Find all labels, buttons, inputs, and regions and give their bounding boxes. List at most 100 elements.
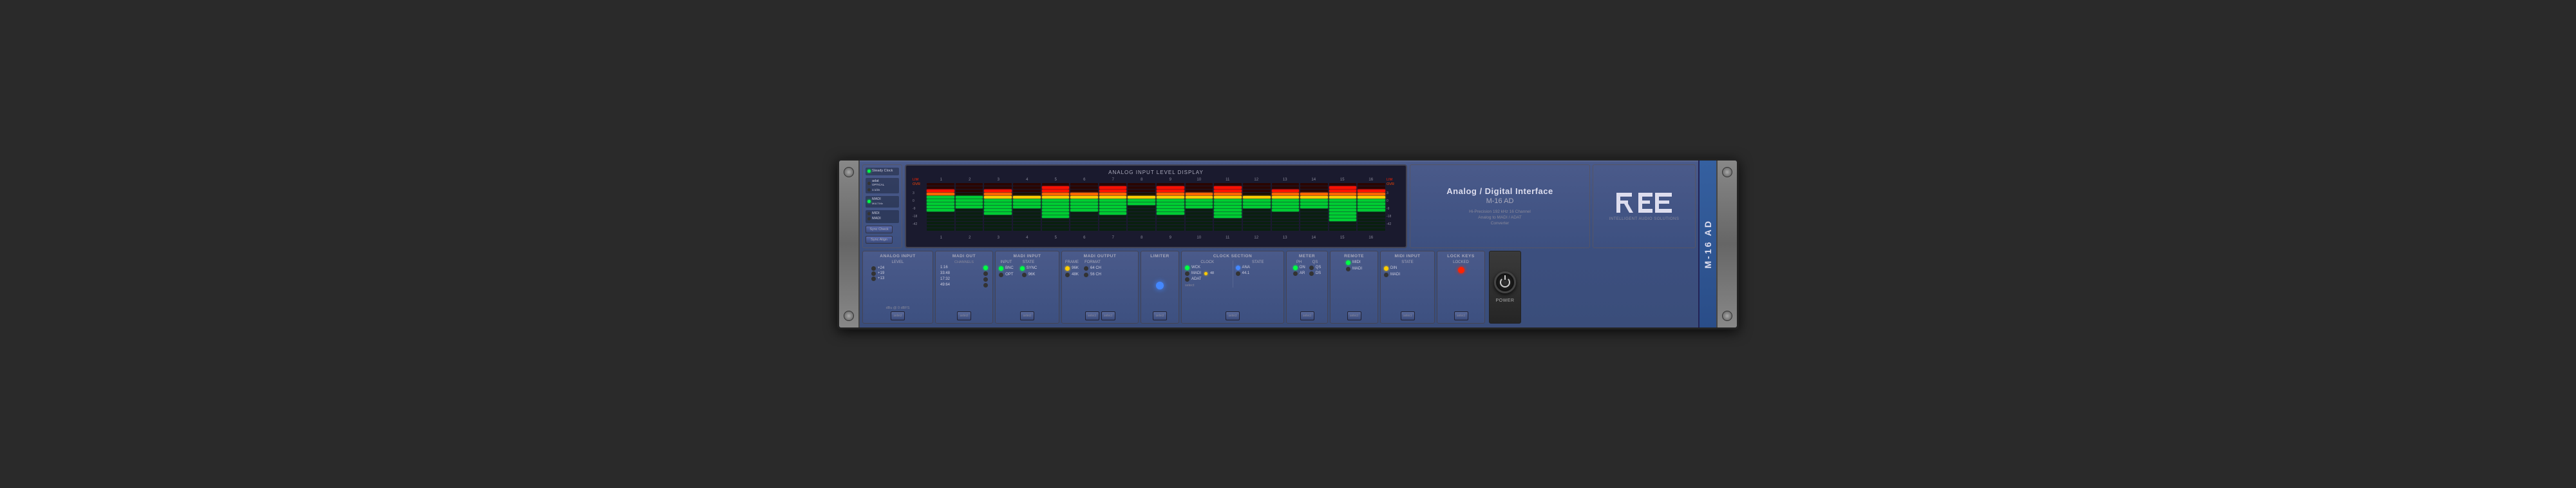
lock-keys-select-button[interactable]: select [1454,311,1468,320]
controls-section: ANALOG INPUT LEVEL +24 +19 +13 [862,251,1696,324]
madi-output-56ch-label: 56 CH [1090,273,1101,277]
sync-check-button[interactable]: Sync Check [866,226,893,233]
clock-44-led [1236,271,1240,276]
remote-midi-label: MIDI [1352,260,1361,264]
analog-input-title: ANALOG INPUT [880,254,915,259]
madi-led [867,200,871,203]
vu-ch16 [1358,183,1385,235]
remote-select-button[interactable]: select [1347,311,1361,320]
meter-qs-row: QS [1309,266,1321,270]
vu-ch13 [1272,183,1300,235]
madi-input-opt-row: OPT [999,273,1013,277]
madi-input-opt-led [999,273,1003,277]
remote-select-label: select [1350,314,1358,318]
madi-output-select-format-button[interactable]: select [1101,311,1115,320]
clock-madi-label: MADI [1191,271,1201,275]
left-status-panel: Steady Clock adatOPTICAL 1:1/2x [862,164,902,248]
limiter-title: LIMITER [1150,254,1170,259]
madi-out-led-49-64 [983,283,988,288]
limiter-led [1156,282,1164,289]
madi-input-sync-led [1020,266,1025,271]
level-19-led [871,271,876,276]
madi-out-title: MADI OUT [952,254,976,259]
power-icon [1500,277,1510,288]
steady-clock-led [867,170,871,173]
power-button[interactable] [1494,271,1516,293]
vu-ch11 [1214,183,1242,235]
madi-out-label-1-16: 1:16 [940,266,948,269]
madi-output-frame-label: FRAME [1065,260,1079,264]
lock-keys-select-label: select [1457,314,1465,318]
adat-led [867,182,871,185]
madi-input-96k-led [1022,273,1027,277]
clock-48-led [1204,272,1208,275]
madi-out-row-49-64: 49:64 [938,283,990,288]
ratio-label: 1:1/2x [872,188,880,191]
db-neg3: 3 [913,191,925,195]
midi-input-madi-row: MADI [1384,273,1431,277]
rme-tagline: INTELLIGENT AUDIO SOLUTIONS [1609,217,1680,221]
rack-ear-right [1716,161,1737,327]
madi-out-select-button[interactable]: select [957,311,971,320]
sync-align-label: Sync Align [871,238,887,242]
madi-out-select-label: select [960,314,968,318]
madi-output-select-frame-button[interactable]: select [1085,311,1099,320]
remote-madi-row: MADI [1346,267,1362,271]
madi2-row: MADI [867,217,897,221]
limiter-select-button[interactable]: select [1153,311,1167,320]
madi-output-48k-row: 48K [1065,273,1079,277]
device-name: Analog / Digital Interface [1446,186,1553,196]
dbfs-label: dBu @ 0 dBFS [886,306,910,310]
main-content: Steady Clock adatOPTICAL 1:1/2x [860,161,1698,327]
rme-panel: INTELLIGENT AUDIO SOLUTIONS [1593,164,1696,248]
madi-out-label-33-48: 33:48 [940,271,950,275]
vu-ch7 [1099,183,1127,235]
madi-input-title: MADI INPUT [1014,254,1041,259]
madi-out-row-33-48: 33:48 [938,271,990,276]
madi-out-led-17-32 [983,277,988,282]
midi-input-panel: MIDI INPUT STATE DIN MADI select [1380,251,1435,324]
madi-label: MADIMULTI/4x [872,197,883,206]
lock-keys-title: LOCK KEYS [1447,254,1474,259]
meter-qs-val-label: QS [1316,266,1321,269]
midi-input-select-button[interactable]: select [1401,311,1415,320]
meter-select-button[interactable]: select [1300,311,1314,320]
vu-meters [925,183,1387,235]
model-label-vertical: M-16 AD [1703,219,1713,269]
madi-out-panel: MADI OUT CHANNELS 1:16 33:48 17:32 [935,251,993,324]
remote-madi-label: MADI [1352,267,1362,271]
sync-align-button[interactable]: Sync Align [866,236,893,244]
level-label: LEVEL [892,260,904,264]
lock-keys-led [1458,267,1464,273]
madi-group: MADIMULTI/4x [866,196,899,208]
db-neg42: -42 [913,222,925,226]
clock-wck-label: WCK [1191,266,1200,269]
ratio-row: 1:1/2x [867,188,897,191]
midi-group: MIDI MADI [866,210,899,222]
midi-input-state-label: STATE [1401,260,1413,264]
vu-ch14 [1300,183,1328,235]
clock-select-button[interactable]: select [1226,311,1240,320]
vu-ch5 [1042,183,1070,235]
madi-output-panel: MADI OUTPUT FRAME 96K 48K [1061,251,1139,324]
madi-input-select-button[interactable]: select [1020,311,1034,320]
midi-input-title: MIDI INPUT [1394,254,1420,259]
madi-out-label-49-64: 49:64 [940,283,950,287]
clock-select-btn-label: select [1228,314,1236,318]
madi-input-state-label: STATE [1023,260,1034,264]
level-13-row: +13 [871,277,884,281]
madi-row: MADIMULTI/4x [867,197,897,206]
madi-output-56ch-led [1084,273,1088,277]
madi-out-label-17-32: 17:32 [940,277,950,281]
steady-clock-group: Steady Clock [866,168,899,175]
analog-input-select-button[interactable]: select [891,311,905,320]
midi-input-din-led [1384,266,1388,271]
analog-input-select-label: select [893,314,902,318]
top-section: Steady Clock adatOPTICAL 1:1/2x [862,164,1696,248]
meter-ar-row: AR [1293,271,1305,276]
midi-input-madi-led [1384,273,1388,277]
vu-ch3 [984,183,1012,235]
sync-check-label: Sync Check [869,228,888,231]
locked-label: LOCKED [1453,260,1469,264]
madi-input-select-label: select [1023,314,1031,318]
